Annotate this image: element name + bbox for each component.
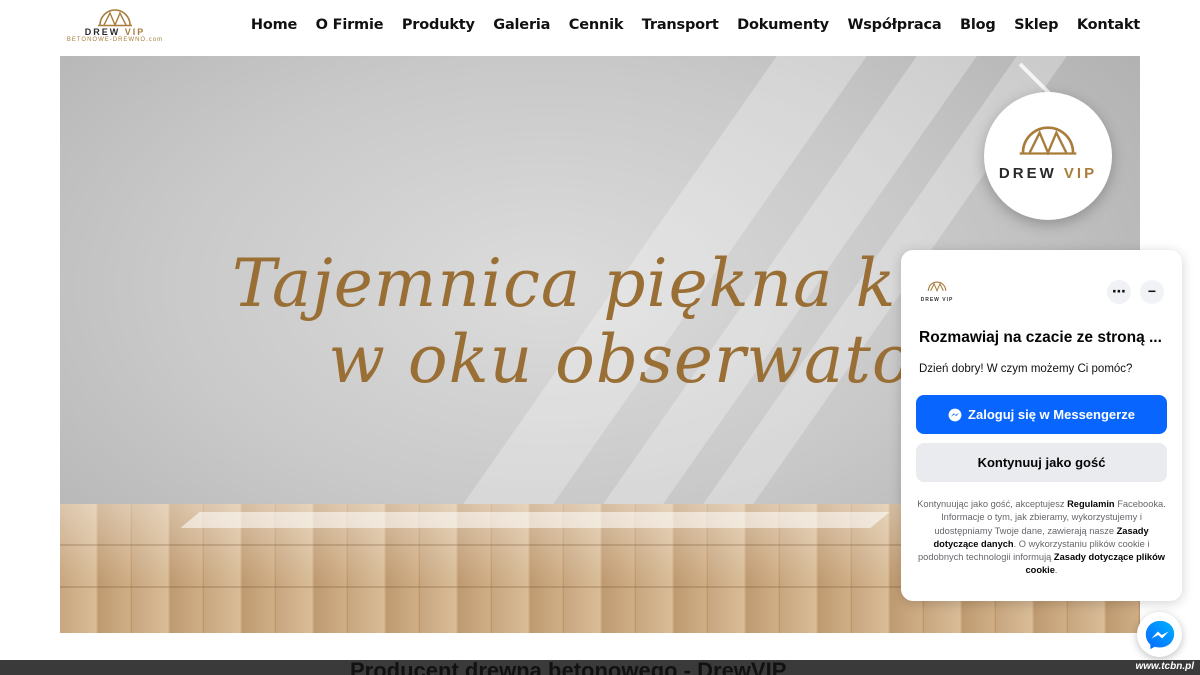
badge-brand-text: DREW: [998, 165, 1057, 182]
logo-mark-icon: [927, 281, 947, 293]
bottom-strip: Producent drewna betonowego - DrewVIP ww…: [0, 660, 1200, 675]
chat-page-logo: DREW VIP: [920, 278, 954, 303]
more-icon: ⋯: [1112, 283, 1126, 299]
logo-brand-accent: VIP: [124, 27, 146, 37]
guest-label: Kontynuuj jako gość: [977, 455, 1106, 470]
watermark: www.tcbn.pl: [1135, 661, 1194, 672]
minimize-icon: −: [1147, 283, 1157, 299]
legal-text: Kontynuując jako gość, akceptujesz: [917, 499, 1068, 509]
messenger-chat-widget: DREW VIP ⋯ − Rozmawiaj na czacie ze stro…: [901, 250, 1182, 601]
nav-o-firmie[interactable]: O Firmie: [316, 17, 384, 33]
badge-brand: DREW VIP: [984, 165, 1112, 182]
site-header: DREW VIP BETONOWE-DREWNO.com Home O Firm…: [0, 0, 1200, 56]
terms-link[interactable]: Regulamin: [1067, 499, 1115, 509]
nav-sklep[interactable]: Sklep: [1014, 17, 1058, 33]
nav-dokumenty[interactable]: Dokumenty: [737, 17, 829, 33]
chat-title: Rozmawiaj na czacie ze stroną ...: [919, 329, 1162, 346]
logo-mark-icon: [1019, 126, 1077, 156]
messenger-icon: [948, 408, 962, 421]
logo-brand-text: DREW: [84, 27, 121, 37]
messenger-login-button[interactable]: Zaloguj się w Messengerze: [916, 395, 1167, 434]
nav-blog[interactable]: Blog: [960, 17, 996, 33]
nav-produkty[interactable]: Produkty: [402, 17, 475, 33]
nav-home[interactable]: Home: [251, 17, 297, 33]
logo-brand: DREW VIP: [62, 28, 168, 37]
nav-galeria[interactable]: Galeria: [493, 17, 550, 33]
logo-mark-icon: [98, 9, 132, 27]
main-nav: Home O Firmie Produkty Galeria Cennik Tr…: [232, 17, 1140, 33]
continue-as-guest-button[interactable]: Kontynuuj jako gość: [916, 443, 1167, 482]
chat-greeting: Dzień dobry! W czym możemy Ci pomóc?: [919, 363, 1133, 375]
messenger-login-label: Zaloguj się w Messengerze: [968, 407, 1135, 422]
nav-wspolpraca[interactable]: Współpraca: [847, 17, 941, 33]
messenger-launcher-button[interactable]: [1137, 612, 1182, 657]
legal-text: .: [1054, 565, 1058, 576]
nav-cennik[interactable]: Cennik: [569, 17, 624, 33]
floor-light-patch: [670, 512, 890, 528]
floor-light-patch: [480, 512, 690, 528]
badge-brand-accent: VIP: [1063, 165, 1098, 182]
more-options-button[interactable]: ⋯: [1107, 280, 1131, 304]
messenger-icon: [1145, 620, 1174, 649]
nav-transport[interactable]: Transport: [642, 17, 719, 33]
floor-light-patch: [180, 512, 500, 528]
page-heading: Producent drewna betonowego - DrewVIP: [350, 660, 787, 675]
chat-logo-text: DREW VIP: [920, 297, 954, 303]
logo-subtitle: BETONOWE-DREWNO.com: [66, 37, 164, 43]
nav-kontakt[interactable]: Kontakt: [1077, 17, 1140, 33]
minimize-chat-button[interactable]: −: [1140, 280, 1164, 304]
site-logo[interactable]: DREW VIP BETONOWE-DREWNO.com: [62, 3, 168, 53]
chat-legal-text: Kontynuując jako gość, akceptujesz Regul…: [916, 498, 1167, 578]
hero-logo-badge: DREW VIP: [984, 92, 1112, 220]
